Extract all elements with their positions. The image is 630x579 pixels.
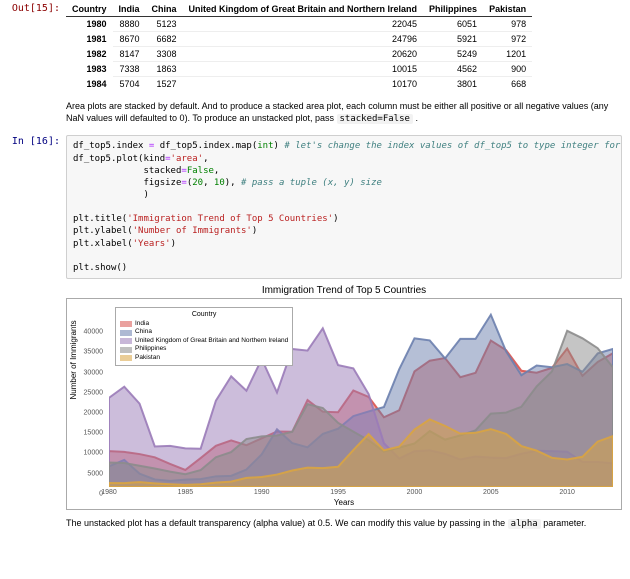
- md1-b: .: [415, 113, 418, 123]
- y-tick: 5000: [87, 470, 103, 477]
- md1-code: stacked=False: [337, 114, 413, 124]
- table-cell: 3801: [423, 77, 483, 92]
- x-tick: 1990: [254, 489, 270, 496]
- legend-row: Philippines: [120, 345, 288, 353]
- table-cell: 1527: [146, 77, 183, 92]
- row-index: 1981: [66, 32, 113, 47]
- table-cell: 24796: [183, 32, 424, 47]
- x-tick: 1995: [330, 489, 346, 496]
- legend-label: Pakistan: [135, 354, 160, 362]
- legend-swatch: [120, 321, 132, 327]
- md2-code: alpha: [508, 519, 541, 529]
- table-cell: 6051: [423, 17, 483, 32]
- row-index: 1983: [66, 62, 113, 77]
- chart-box: Country IndiaChinaUnited Kingdom of Grea…: [66, 298, 622, 510]
- table-cell: 900: [483, 62, 532, 77]
- x-tick: 1985: [178, 489, 194, 496]
- table-cell: 8880: [113, 17, 146, 32]
- table-cell: 5249: [423, 47, 483, 62]
- y-tick: 25000: [84, 389, 103, 396]
- legend-label: Philippines: [135, 345, 166, 353]
- table-cell: 10015: [183, 62, 424, 77]
- chart-output: Immigration Trend of Top 5 Countries Cou…: [0, 281, 630, 510]
- legend-swatch: [120, 355, 132, 361]
- x-tick: 2005: [483, 489, 499, 496]
- table-cell: 1863: [146, 62, 183, 77]
- y-tick: 10000: [84, 450, 103, 457]
- md2-a: The unstacked plot has a default transpa…: [66, 518, 508, 528]
- table-cell: 972: [483, 32, 532, 47]
- table-cell: 20620: [183, 47, 424, 62]
- table-row: 198088805123220456051978: [66, 17, 532, 32]
- table-cell: 5921: [423, 32, 483, 47]
- table-cell: 668: [483, 77, 532, 92]
- markdown-text-1: Area plots are stacked by default. And t…: [0, 93, 630, 133]
- table-cell: 4562: [423, 62, 483, 77]
- legend-label: United Kingdom of Great Britain and Nort…: [135, 337, 288, 345]
- dataframe-table: CountryIndiaChinaUnited Kingdom of Great…: [66, 2, 532, 91]
- out-prompt: Out[15]:: [0, 2, 66, 91]
- table-cell: 8147: [113, 47, 146, 62]
- md2-b: parameter.: [543, 518, 586, 528]
- y-tick: 35000: [84, 349, 103, 356]
- table-cell: 8670: [113, 32, 146, 47]
- table-col-header: United Kingdom of Great Britain and Nort…: [183, 2, 424, 17]
- chart-legend: Country IndiaChinaUnited Kingdom of Grea…: [115, 307, 293, 366]
- table-cell: 3308: [146, 47, 183, 62]
- legend-title: Country: [120, 310, 288, 319]
- legend-row: China: [120, 328, 288, 336]
- row-index: 1984: [66, 77, 113, 92]
- legend-swatch: [120, 330, 132, 336]
- table-cell: 7338: [113, 62, 146, 77]
- y-tick: 30000: [84, 369, 103, 376]
- table-output: CountryIndiaChinaUnited Kingdom of Great…: [66, 2, 630, 91]
- legend-row: United Kingdom of Great Britain and Nort…: [120, 337, 288, 345]
- y-tick: 40000: [84, 329, 103, 336]
- table-cell: 1201: [483, 47, 532, 62]
- code-block[interactable]: df_top5.index = df_top5.index.map(int) #…: [66, 135, 622, 279]
- table-cell: 5123: [146, 17, 183, 32]
- chart-title: Immigration Trend of Top 5 Countries: [66, 281, 622, 298]
- legend-label: India: [135, 320, 149, 328]
- table-col-header: China: [146, 2, 183, 17]
- table-corner: Country: [66, 2, 113, 17]
- x-tick: 2000: [407, 489, 423, 496]
- x-tick: 1980: [101, 489, 117, 496]
- table-row: 1982814733082062052491201: [66, 47, 532, 62]
- table-cell: 6682: [146, 32, 183, 47]
- table-cell: 22045: [183, 17, 424, 32]
- table-cell: 10170: [183, 77, 424, 92]
- y-tick: 20000: [84, 410, 103, 417]
- legend-row: Pakistan: [120, 354, 288, 362]
- table-col-header: Pakistan: [483, 2, 532, 17]
- chart-xlabel: Years: [67, 498, 621, 507]
- table-col-header: India: [113, 2, 146, 17]
- output-cell-15: Out[15]: CountryIndiaChinaUnited Kingdom…: [0, 0, 630, 93]
- table-col-header: Philippines: [423, 2, 483, 17]
- legend-row: India: [120, 320, 288, 328]
- legend-swatch: [120, 347, 132, 353]
- legend-label: China: [135, 328, 152, 336]
- row-index: 1980: [66, 17, 113, 32]
- table-row: 198457041527101703801668: [66, 77, 532, 92]
- markdown-text-2: The unstacked plot has a default transpa…: [0, 510, 630, 539]
- y-tick: 15000: [84, 430, 103, 437]
- row-index: 1982: [66, 47, 113, 62]
- legend-swatch: [120, 338, 132, 344]
- x-tick: 2010: [559, 489, 575, 496]
- table-cell: 978: [483, 17, 532, 32]
- table-cell: 5704: [113, 77, 146, 92]
- input-cell-16: In [16]: df_top5.index = df_top5.index.m…: [0, 133, 630, 281]
- table-row: 198186706682247965921972: [66, 32, 532, 47]
- in-prompt: In [16]:: [0, 135, 66, 279]
- table-row: 198373381863100154562900: [66, 62, 532, 77]
